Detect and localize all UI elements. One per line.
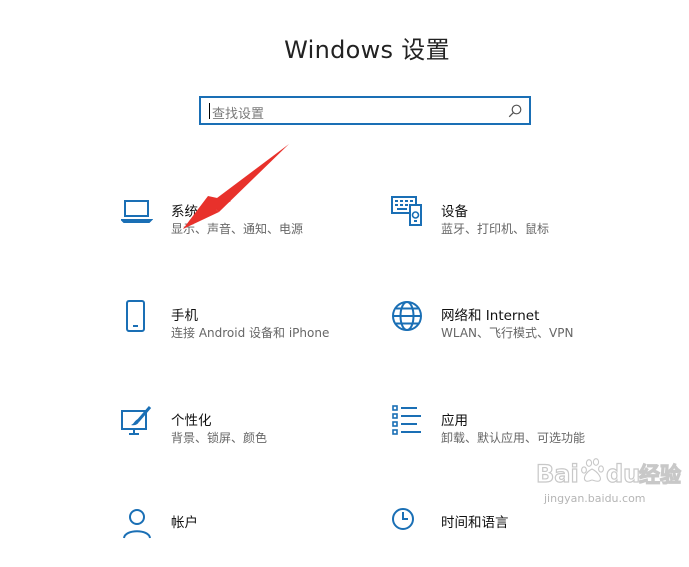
laptop-icon [121,200,153,223]
tile-time-language[interactable]: 时间和语言 [391,507,641,567]
baidu-watermark: Bai du 经验 jingyan.baidu.com [535,452,686,512]
watermark-url: jingyan.baidu.com [543,492,646,505]
tile-devices[interactable]: 设备 蓝牙、打印机、鼠标 [391,196,641,256]
watermark-cn: 经验 [639,463,681,487]
watermark-brand-2: du [606,460,640,488]
paint-brush-icon [121,406,152,435]
tile-phone[interactable]: 手机 连接 Android 设备和 iPhone [121,300,371,360]
tile-name: 设备 [441,204,468,220]
apps-list-icon [392,405,421,435]
globe-icon [392,301,422,331]
baidu-paw-logo: Bai du 经验 jingyan.baidu.com [535,458,682,505]
tile-personalization[interactable]: 个性化 背景、锁屏、颜色 [121,405,371,465]
phone-icon [126,300,145,332]
text-caret [209,103,210,119]
tile-name: 帐户 [171,515,198,531]
search-input[interactable]: 查找设置 [199,96,531,125]
tile-desc: WLAN、飞行模式、VPN [441,326,574,340]
tile-name: 系统 [171,204,198,220]
tile-name: 时间和语言 [441,515,509,531]
tile-name: 个性化 [171,413,212,429]
tile-desc: 显示、声音、通知、电源 [171,222,304,236]
account-icon [123,509,151,539]
time-language-icon [392,508,414,530]
tile-system[interactable]: 系统 显示、声音、通知、电源 [121,196,371,256]
search-icon[interactable] [507,103,523,119]
tile-network[interactable]: 网络和 Internet WLAN、飞行模式、VPN [391,300,641,360]
watermark-brand: Bai [536,460,579,488]
search-placeholder: 查找设置 [212,107,265,122]
tile-desc: 连接 Android 设备和 iPhone [171,326,330,340]
keyboard-device-icon [391,196,422,226]
tile-desc: 背景、锁屏、颜色 [171,431,268,445]
tile-name: 网络和 Internet [441,308,540,324]
tile-name: 应用 [441,413,468,429]
page-title: Windows 设置 [284,36,450,64]
tile-desc: 卸载、默认应用、可选功能 [441,431,586,445]
tile-desc: 蓝牙、打印机、鼠标 [441,222,550,236]
tile-name: 手机 [171,308,198,324]
tile-accounts[interactable]: 帐户 [121,507,371,567]
